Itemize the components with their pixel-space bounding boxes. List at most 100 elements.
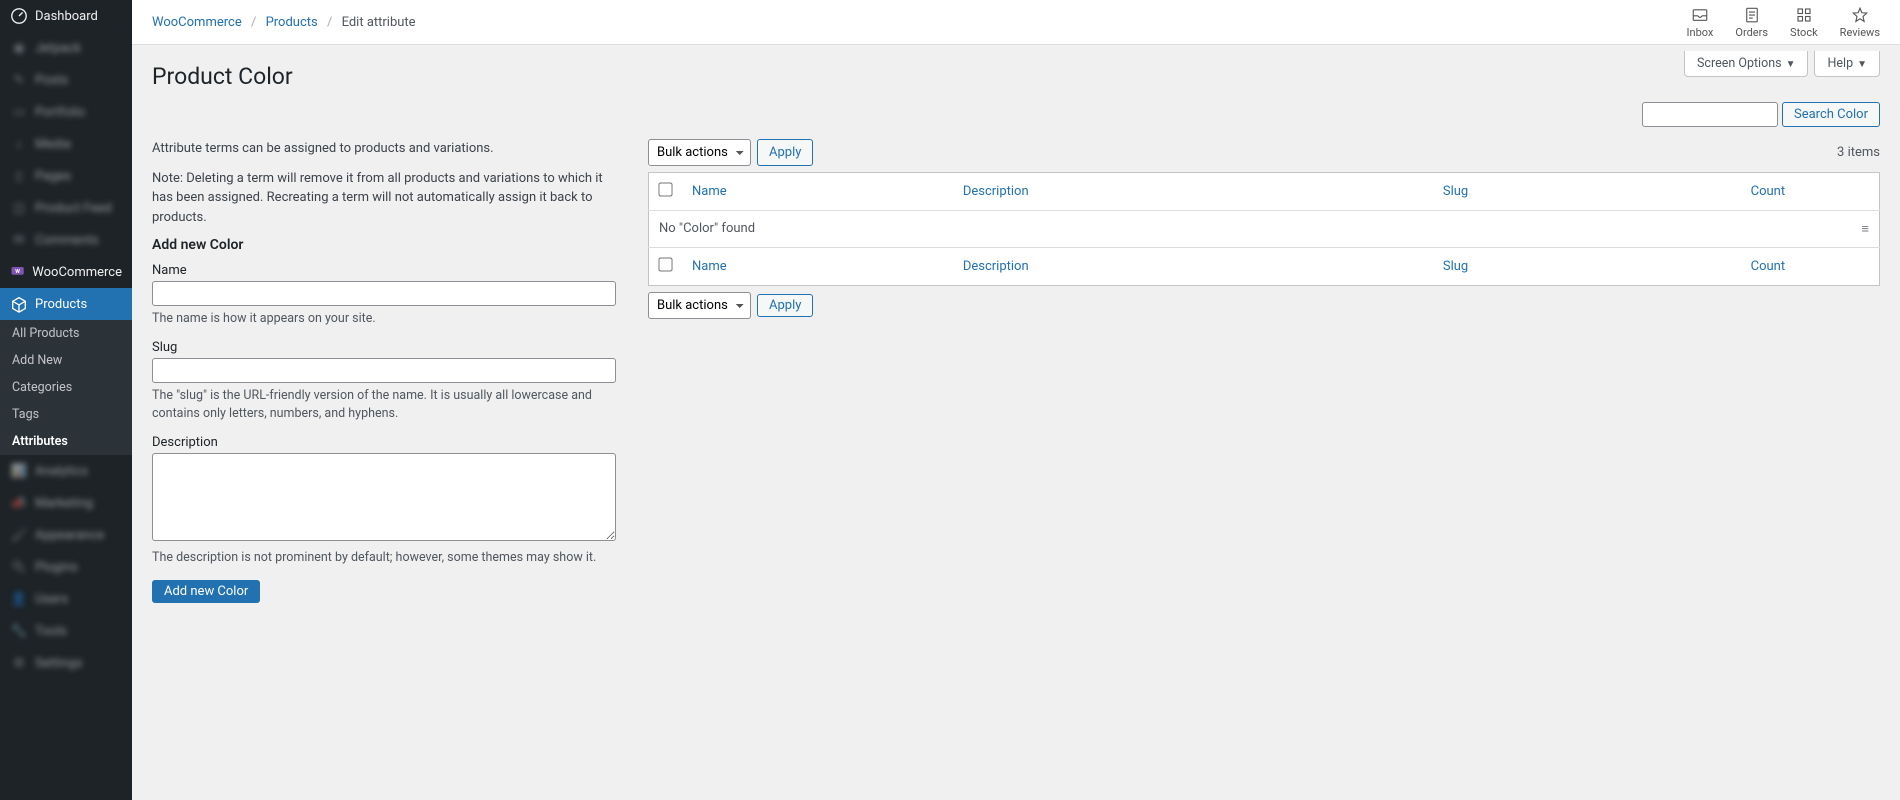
inbox-icon (1691, 6, 1709, 24)
quick-inbox[interactable]: Inbox (1687, 6, 1714, 39)
no-items-text: No "Color" found ≡ (649, 211, 1880, 248)
intro-text: Attribute terms can be assigned to produ… (152, 139, 616, 159)
reviews-icon (1851, 6, 1869, 24)
add-new-color-button[interactable]: Add new Color (152, 580, 260, 603)
pin-icon: ✎ (10, 71, 28, 89)
hamburger-icon[interactable]: ≡ (1861, 221, 1869, 237)
sidebar-item-posts[interactable]: ✎Posts (0, 64, 132, 96)
tools-icon: 🔧 (10, 622, 28, 640)
chevron-down-icon: ▼ (1786, 59, 1796, 70)
breadcrumb-woocommerce[interactable]: WooCommerce (152, 15, 242, 30)
name-input[interactable] (152, 281, 616, 306)
quick-reviews[interactable]: Reviews (1840, 6, 1880, 39)
apply-button-bottom[interactable]: Apply (757, 294, 813, 317)
form-title: Add new Color (152, 237, 616, 253)
col-description[interactable]: Description (963, 184, 1029, 199)
col-count-foot[interactable]: Count (1751, 259, 1785, 274)
description-description: The description is not prominent by defa… (152, 549, 616, 567)
screen-options-button[interactable]: Screen Options▼ (1684, 51, 1808, 77)
breadcrumb-products[interactable]: Products (266, 15, 318, 30)
tablenav-bottom: Bulk actions Apply (648, 292, 1880, 319)
quick-stock[interactable]: Stock (1790, 6, 1818, 39)
settings-icon: ⚙ (10, 654, 28, 672)
sidebar-item-plugins[interactable]: 🔌Plugins (0, 551, 132, 583)
sidebar-label: WooCommerce (32, 265, 122, 280)
submenu-categories[interactable]: Categories (0, 374, 132, 401)
main-area: WooCommerce / Products / Edit attribute … (132, 0, 1900, 800)
help-button[interactable]: Help▼ (1814, 51, 1880, 77)
breadcrumb-current: Edit attribute (342, 15, 416, 30)
sidebar-item-comments[interactable]: ✉Comments (0, 224, 132, 256)
analytics-icon: 📊 (10, 462, 28, 480)
submenu-add-new[interactable]: Add New (0, 347, 132, 374)
col-count[interactable]: Count (1751, 184, 1785, 199)
sidebar-item-portfolio[interactable]: ▭Portfolio (0, 96, 132, 128)
col-name[interactable]: Name (692, 184, 727, 199)
dashboard-icon (10, 7, 28, 25)
submenu-all-products[interactable]: All Products (0, 320, 132, 347)
page-title: Product Color (152, 63, 293, 90)
col-description-foot[interactable]: Description (963, 259, 1029, 274)
activity-panel: Inbox Orders Stock Reviews (1687, 6, 1880, 39)
sidebar-item-marketing[interactable]: 📣Marketing (0, 487, 132, 519)
stock-icon (1795, 6, 1813, 24)
sidebar-item-product-feed[interactable]: ◫Product Feed (0, 192, 132, 224)
bulk-actions-select-top[interactable]: Bulk actions (648, 139, 751, 166)
search-button[interactable]: Search Color (1782, 102, 1880, 127)
woocommerce-icon: W (10, 263, 25, 281)
sidebar-label: Products (35, 297, 87, 312)
admin-sidebar: Dashboard ◉Jetpack ✎Posts ▭Portfolio ♪Me… (0, 0, 132, 800)
sidebar-item-woocommerce[interactable]: W WooCommerce (0, 256, 132, 288)
comments-icon: ✉ (10, 231, 28, 249)
slug-description: The "slug" is the URL-friendly version o… (152, 387, 616, 423)
screen-meta: Screen Options▼ Help▼ (1684, 51, 1880, 77)
submenu-attributes[interactable]: Attributes (0, 428, 132, 455)
item-count: 3 items (1837, 145, 1880, 160)
media-icon: ♪ (10, 135, 28, 153)
products-icon (10, 295, 28, 313)
users-icon: 👤 (10, 590, 28, 608)
tablenav-top: Bulk actions Apply 3 items (648, 139, 1880, 166)
apply-button-top[interactable]: Apply (757, 139, 813, 166)
table-row-empty: No "Color" found ≡ (649, 211, 1880, 248)
breadcrumb-sep: / (251, 15, 256, 30)
sidebar-label: Dashboard (35, 9, 98, 24)
sidebar-item-analytics[interactable]: 📊Analytics (0, 455, 132, 487)
sidebar-item-appearance[interactable]: 🖌Appearance (0, 519, 132, 551)
jetpack-icon: ◉ (10, 39, 28, 57)
select-all-top[interactable] (658, 182, 672, 196)
quick-label: Reviews (1840, 26, 1880, 39)
terms-table: Name Description Slug Count No "Color" f… (648, 172, 1880, 286)
description-textarea[interactable] (152, 453, 616, 541)
portfolio-icon: ▭ (10, 103, 28, 121)
bulk-actions-select-bottom[interactable]: Bulk actions (648, 292, 751, 319)
col-slug[interactable]: Slug (1443, 184, 1468, 199)
name-label: Name (152, 263, 616, 278)
col-name-foot[interactable]: Name (692, 259, 727, 274)
add-term-form: Attribute terms can be assigned to produ… (152, 139, 616, 603)
col-slug-foot[interactable]: Slug (1443, 259, 1468, 274)
topbar: WooCommerce / Products / Edit attribute … (132, 0, 1900, 45)
orders-icon (1743, 6, 1761, 24)
sidebar-item-settings[interactable]: ⚙Settings (0, 647, 132, 679)
terms-table-wrap: Bulk actions Apply 3 items Name Descript… (648, 139, 1880, 603)
search-input[interactable] (1642, 102, 1778, 127)
sidebar-item-users[interactable]: 👤Users (0, 583, 132, 615)
sidebar-item-products[interactable]: Products (0, 288, 132, 320)
sidebar-item-pages[interactable]: ▯Pages (0, 160, 132, 192)
slug-label: Slug (152, 340, 616, 355)
feed-icon: ◫ (10, 199, 28, 217)
sidebar-item-dashboard[interactable]: Dashboard (0, 0, 132, 32)
select-all-bottom[interactable] (658, 257, 672, 271)
search-row: Search Color (152, 102, 1880, 127)
sidebar-item-jetpack[interactable]: ◉Jetpack (0, 32, 132, 64)
slug-input[interactable] (152, 358, 616, 383)
sidebar-item-tools[interactable]: 🔧Tools (0, 615, 132, 647)
sidebar-item-media[interactable]: ♪Media (0, 128, 132, 160)
content: Product Color Screen Options▼ Help▼ Sear… (132, 45, 1900, 623)
quick-orders[interactable]: Orders (1735, 6, 1768, 39)
quick-label: Inbox (1687, 26, 1714, 39)
marketing-icon: 📣 (10, 494, 28, 512)
submenu-tags[interactable]: Tags (0, 401, 132, 428)
plugins-icon: 🔌 (10, 558, 28, 576)
